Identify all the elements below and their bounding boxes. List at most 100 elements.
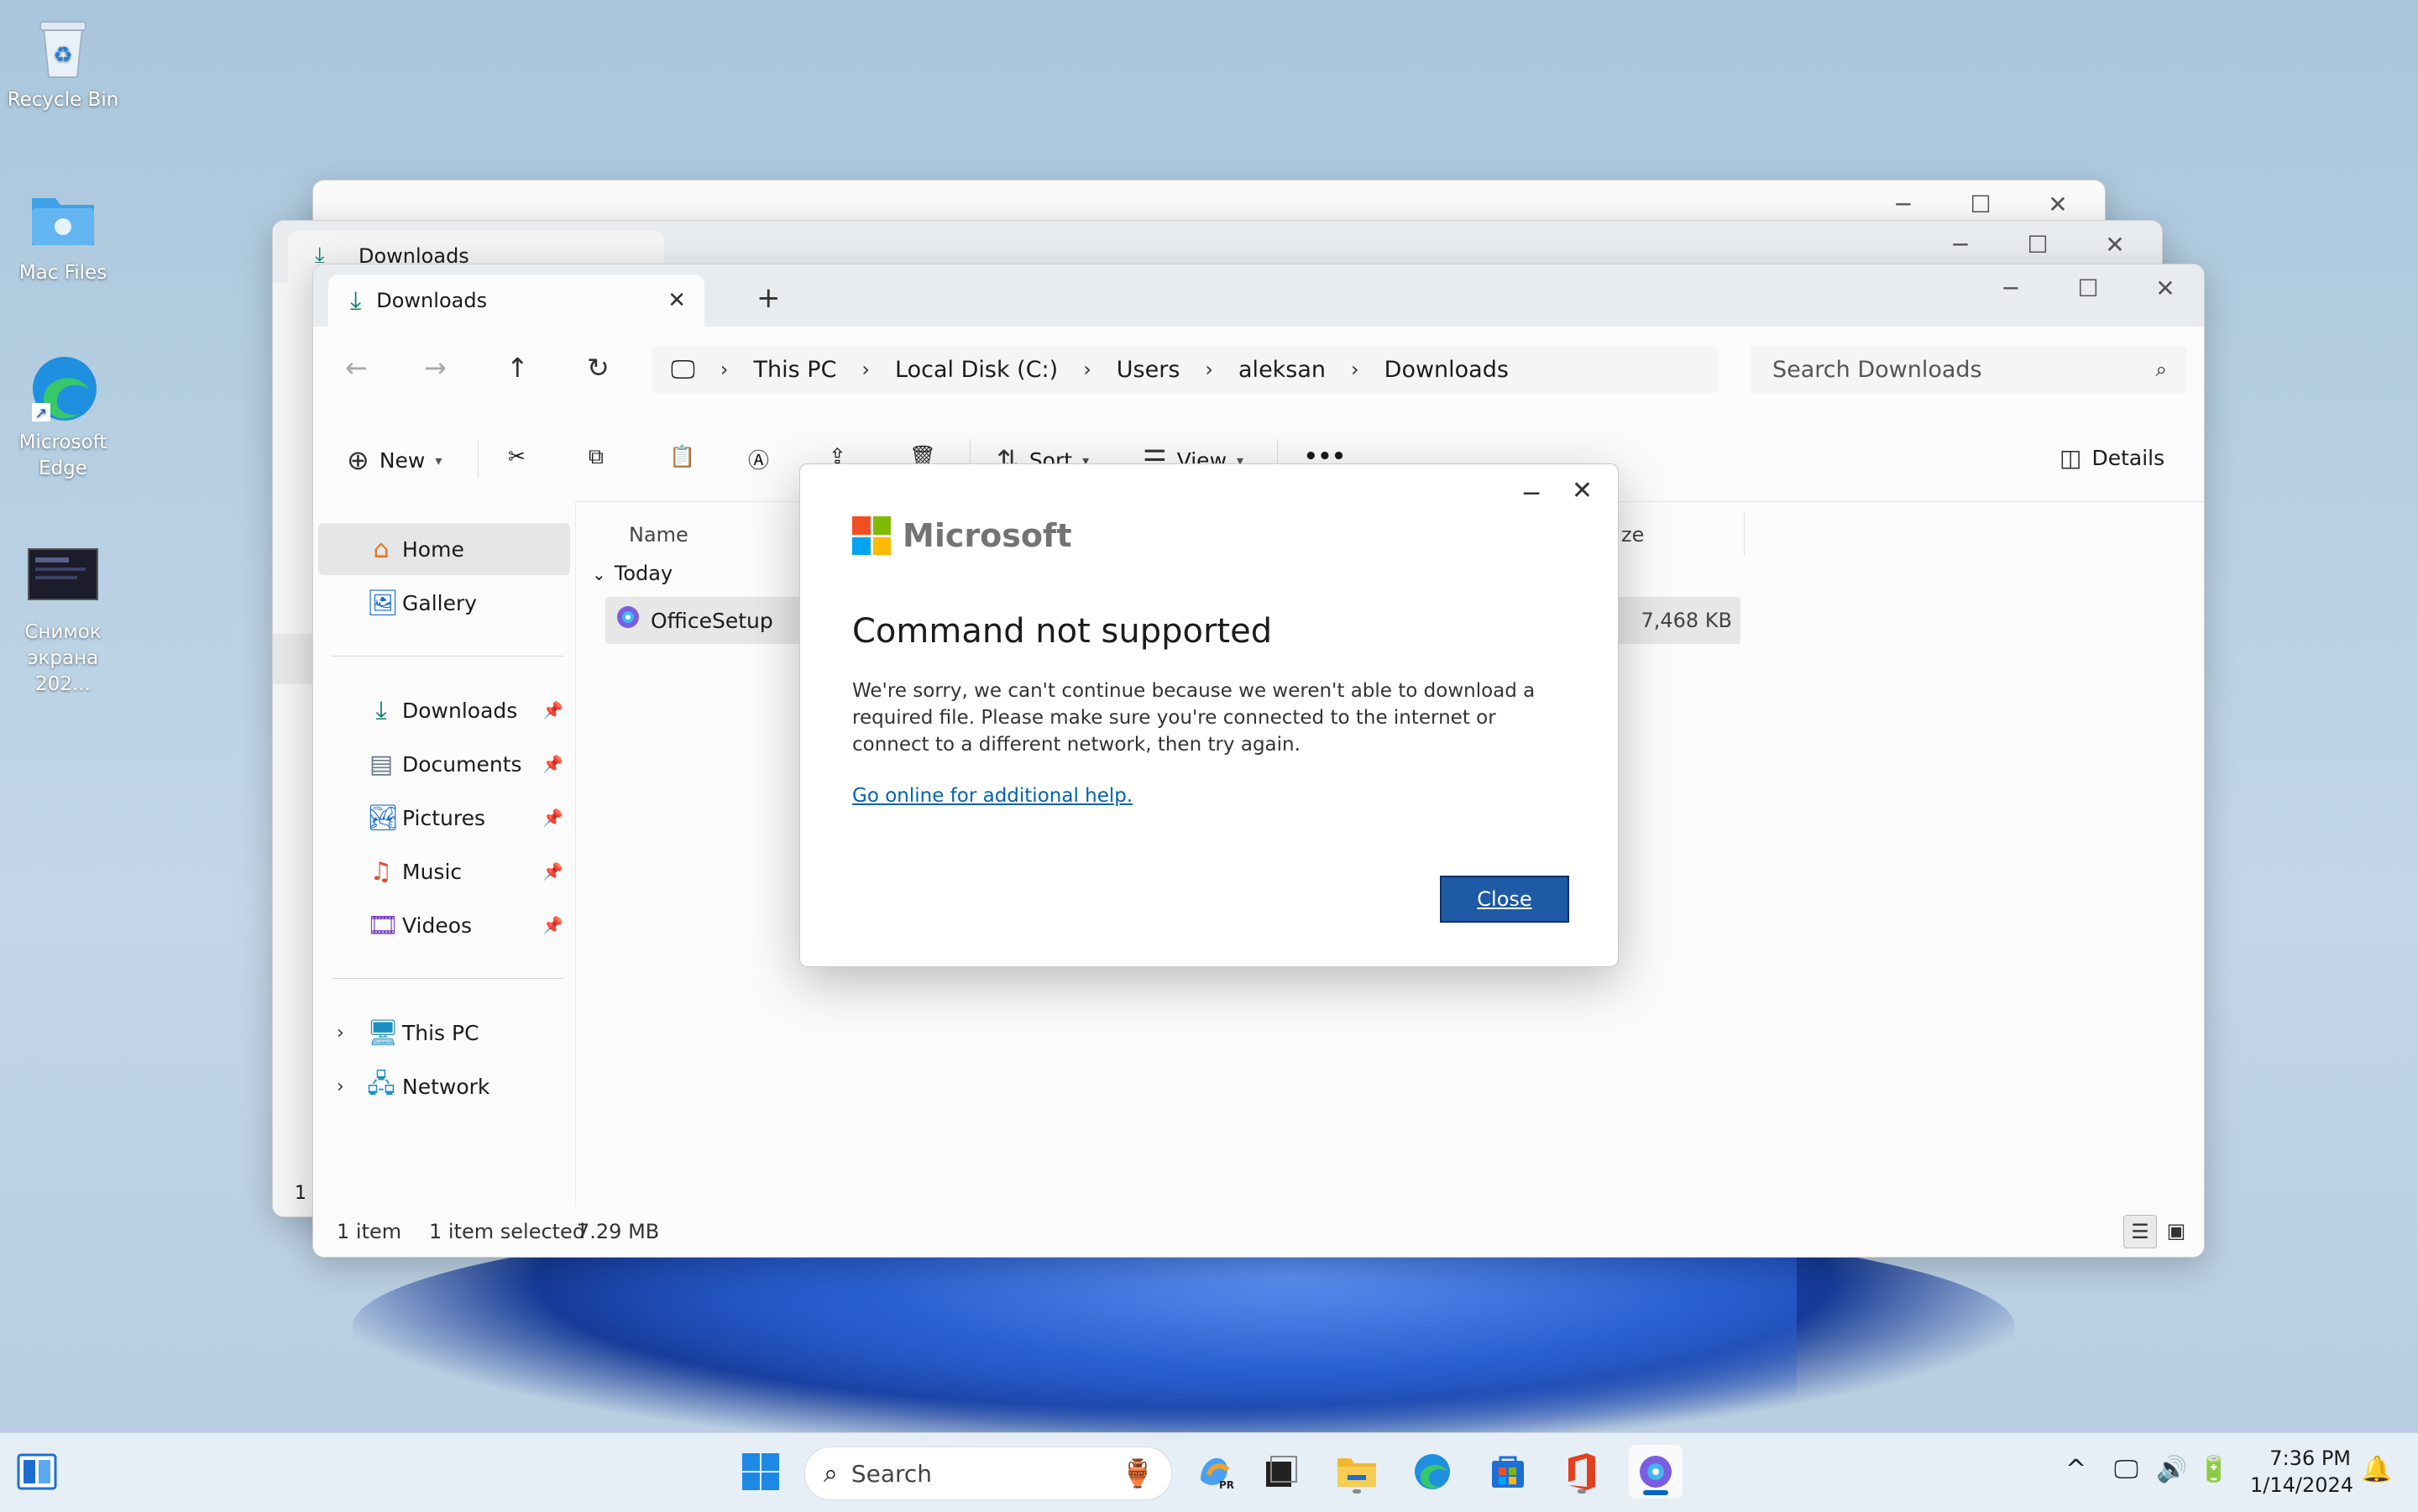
- desktop-icon-screenshot[interactable]: Снимок экрана 202...: [0, 542, 126, 698]
- details-view-icon[interactable]: ☰: [2123, 1215, 2157, 1248]
- details-button[interactable]: ◫ Details: [2059, 444, 2164, 472]
- pin-icon[interactable]: 📌: [542, 808, 563, 828]
- clock[interactable]: 7:36 PM 1/14/2024: [2250, 1445, 2353, 1499]
- maximize-icon[interactable]: ☐: [1999, 231, 2076, 259]
- widgets-icon[interactable]: [10, 1445, 64, 1499]
- minimize-icon[interactable]: ─: [1922, 231, 1999, 259]
- sidebar-item-downloads[interactable]: ⤓ Downloads 📌: [318, 684, 570, 736]
- sidebar-item-label: This PC: [402, 1020, 479, 1045]
- taskbar-search-placeholder: Search: [850, 1459, 933, 1488]
- maximize-icon[interactable]: ☐: [2049, 275, 2127, 302]
- breadcrumb-downloads[interactable]: Downloads: [1384, 357, 1509, 383]
- microsoft-logo: Microsoft: [852, 516, 1072, 555]
- copilot-icon[interactable]: PRE: [1187, 1445, 1241, 1499]
- pin-icon[interactable]: 📌: [542, 915, 563, 935]
- volume-icon[interactable]: 🔊: [2156, 1455, 2187, 1484]
- microsoft-logo-icon: [852, 516, 891, 555]
- taskbar-search-input[interactable]: ⌕ Search 🏺: [804, 1447, 1172, 1500]
- documents-icon: ▤: [369, 749, 394, 779]
- search-input[interactable]: Search Downloads ⌕: [1751, 345, 2187, 394]
- minimize-icon[interactable]: ─: [1972, 275, 2049, 302]
- pin-icon[interactable]: 📌: [542, 754, 563, 774]
- sidebar-item-this-pc[interactable]: › 🖥 This PC: [318, 1007, 570, 1059]
- logo-square-yellow: [872, 536, 891, 555]
- sidebar-item-music[interactable]: ♫ Music 📌: [318, 845, 570, 897]
- folder-icon: [27, 183, 99, 255]
- sidebar-item-label: Home: [402, 536, 464, 562]
- close-button[interactable]: Close: [1440, 876, 1569, 923]
- pin-icon[interactable]: 📌: [542, 700, 563, 720]
- network-status-icon[interactable]: 🖵: [2114, 1455, 2138, 1484]
- rename-icon[interactable]: Ⓐ: [748, 444, 769, 474]
- chevron-right-icon[interactable]: ›: [337, 1076, 344, 1097]
- desktop-icon-label: Microsoft Edge: [18, 432, 107, 479]
- sidebar-item-pictures[interactable]: 🏞 Pictures 📌: [318, 792, 570, 844]
- download-icon: ⤓: [350, 285, 362, 316]
- help-link[interactable]: Go online for additional help.: [852, 785, 1133, 807]
- column-header-size[interactable]: ze: [1621, 523, 1644, 547]
- forward-arrow-icon[interactable]: →: [424, 352, 447, 384]
- tiles-view-icon[interactable]: ▣: [2160, 1215, 2192, 1247]
- desktop-icon-recycle-bin[interactable]: ♻ Recycle Bin: [0, 10, 126, 113]
- back-arrow-icon[interactable]: ←: [345, 352, 368, 384]
- sidebar-divider: [332, 656, 563, 657]
- notifications-icon[interactable]: 🔔: [2361, 1455, 2392, 1484]
- close-icon[interactable]: ✕: [2076, 231, 2154, 259]
- cut-icon[interactable]: ✂: [508, 444, 526, 468]
- up-arrow-icon[interactable]: ↑: [506, 352, 529, 384]
- edge-taskbar-icon[interactable]: [1405, 1445, 1459, 1499]
- pin-icon[interactable]: 📌: [542, 861, 563, 882]
- column-header-name[interactable]: Name: [629, 523, 688, 547]
- desktop-icon-label: Mac Files: [18, 262, 107, 284]
- sidebar-item-network[interactable]: › 🖧 Network: [318, 1060, 570, 1112]
- refresh-icon[interactable]: ↻: [587, 352, 610, 384]
- sidebar-item-documents[interactable]: ▤ Documents 📌: [318, 738, 570, 790]
- minimize-icon[interactable]: ─: [1524, 479, 1539, 509]
- desktop-icon-mac-files[interactable]: Mac Files: [0, 183, 126, 286]
- chevron-right-icon: ›: [1351, 358, 1359, 381]
- copy-icon[interactable]: ⧉: [589, 444, 604, 469]
- breadcrumb-this-pc[interactable]: This PC: [754, 357, 837, 383]
- start-icon[interactable]: [734, 1445, 788, 1499]
- titlebar: ⤓ Downloads ✕ + ─ ☐ ✕: [313, 264, 2204, 327]
- battery-icon[interactable]: 🔋: [2198, 1455, 2229, 1484]
- new-button[interactable]: ⊕ New ▾: [347, 444, 442, 476]
- minimize-icon[interactable]: ─: [1865, 191, 1942, 218]
- search-placeholder: Search Downloads: [1772, 356, 1982, 383]
- breadcrumb-users[interactable]: Users: [1117, 357, 1180, 383]
- divider: [478, 439, 479, 478]
- breadcrumb-local-disk[interactable]: Local Disk (C:): [895, 357, 1058, 383]
- close-icon[interactable]: ✕: [1572, 476, 1593, 505]
- office-setup-taskbar-icon[interactable]: [1629, 1445, 1683, 1499]
- sidebar-item-label: Documents: [402, 751, 522, 777]
- chevron-right-icon[interactable]: ›: [337, 1023, 344, 1044]
- new-label: New: [379, 447, 426, 473]
- wallpaper-bloom-highlight: [537, 1234, 1797, 1444]
- breadcrumb-aleksan[interactable]: aleksan: [1238, 357, 1326, 383]
- navigation-pane: ⌂ Home 🖼 Gallery ⤓ Downloads 📌 ▤ Documen…: [313, 501, 576, 1206]
- desktop-icon-microsoft-edge[interactable]: ↗ Microsoft Edge: [0, 353, 126, 482]
- paste-icon[interactable]: 📋: [669, 444, 695, 469]
- error-dialog[interactable]: ─ ✕ Microsoft Command not supported We'r…: [799, 463, 1619, 967]
- new-tab-icon[interactable]: +: [756, 281, 781, 315]
- running-indicator: [1578, 1489, 1586, 1494]
- close-icon[interactable]: ✕: [2127, 275, 2204, 302]
- maximize-icon[interactable]: ☐: [1942, 191, 2019, 218]
- file-explorer-taskbar-icon[interactable]: [1330, 1445, 1384, 1499]
- close-icon[interactable]: ✕: [2019, 191, 2096, 218]
- breadcrumb[interactable]: 🖵 › This PC › Local Disk (C:) › Users › …: [652, 345, 1717, 394]
- sidebar-item-home[interactable]: ⌂ Home: [318, 523, 570, 575]
- task-view-icon[interactable]: [1254, 1445, 1308, 1499]
- tab-downloads[interactable]: ⤓ Downloads ✕: [328, 275, 704, 327]
- sidebar-item-label: Videos: [402, 913, 473, 938]
- close-tab-icon[interactable]: ✕: [667, 288, 686, 313]
- clock-time: 7:36 PM: [2269, 1447, 2351, 1470]
- svg-text:♻: ♻: [53, 43, 72, 68]
- sidebar-item-videos[interactable]: 🎞 Videos 📌: [318, 899, 570, 951]
- store-icon[interactable]: [1481, 1445, 1535, 1499]
- logo-square-blue: [852, 536, 871, 555]
- office-icon[interactable]: [1555, 1445, 1609, 1499]
- sidebar-item-gallery[interactable]: 🖼 Gallery: [318, 577, 570, 629]
- chevron-up-icon[interactable]: ^: [2065, 1455, 2086, 1484]
- group-header-today[interactable]: ⌄ Today: [592, 562, 673, 585]
